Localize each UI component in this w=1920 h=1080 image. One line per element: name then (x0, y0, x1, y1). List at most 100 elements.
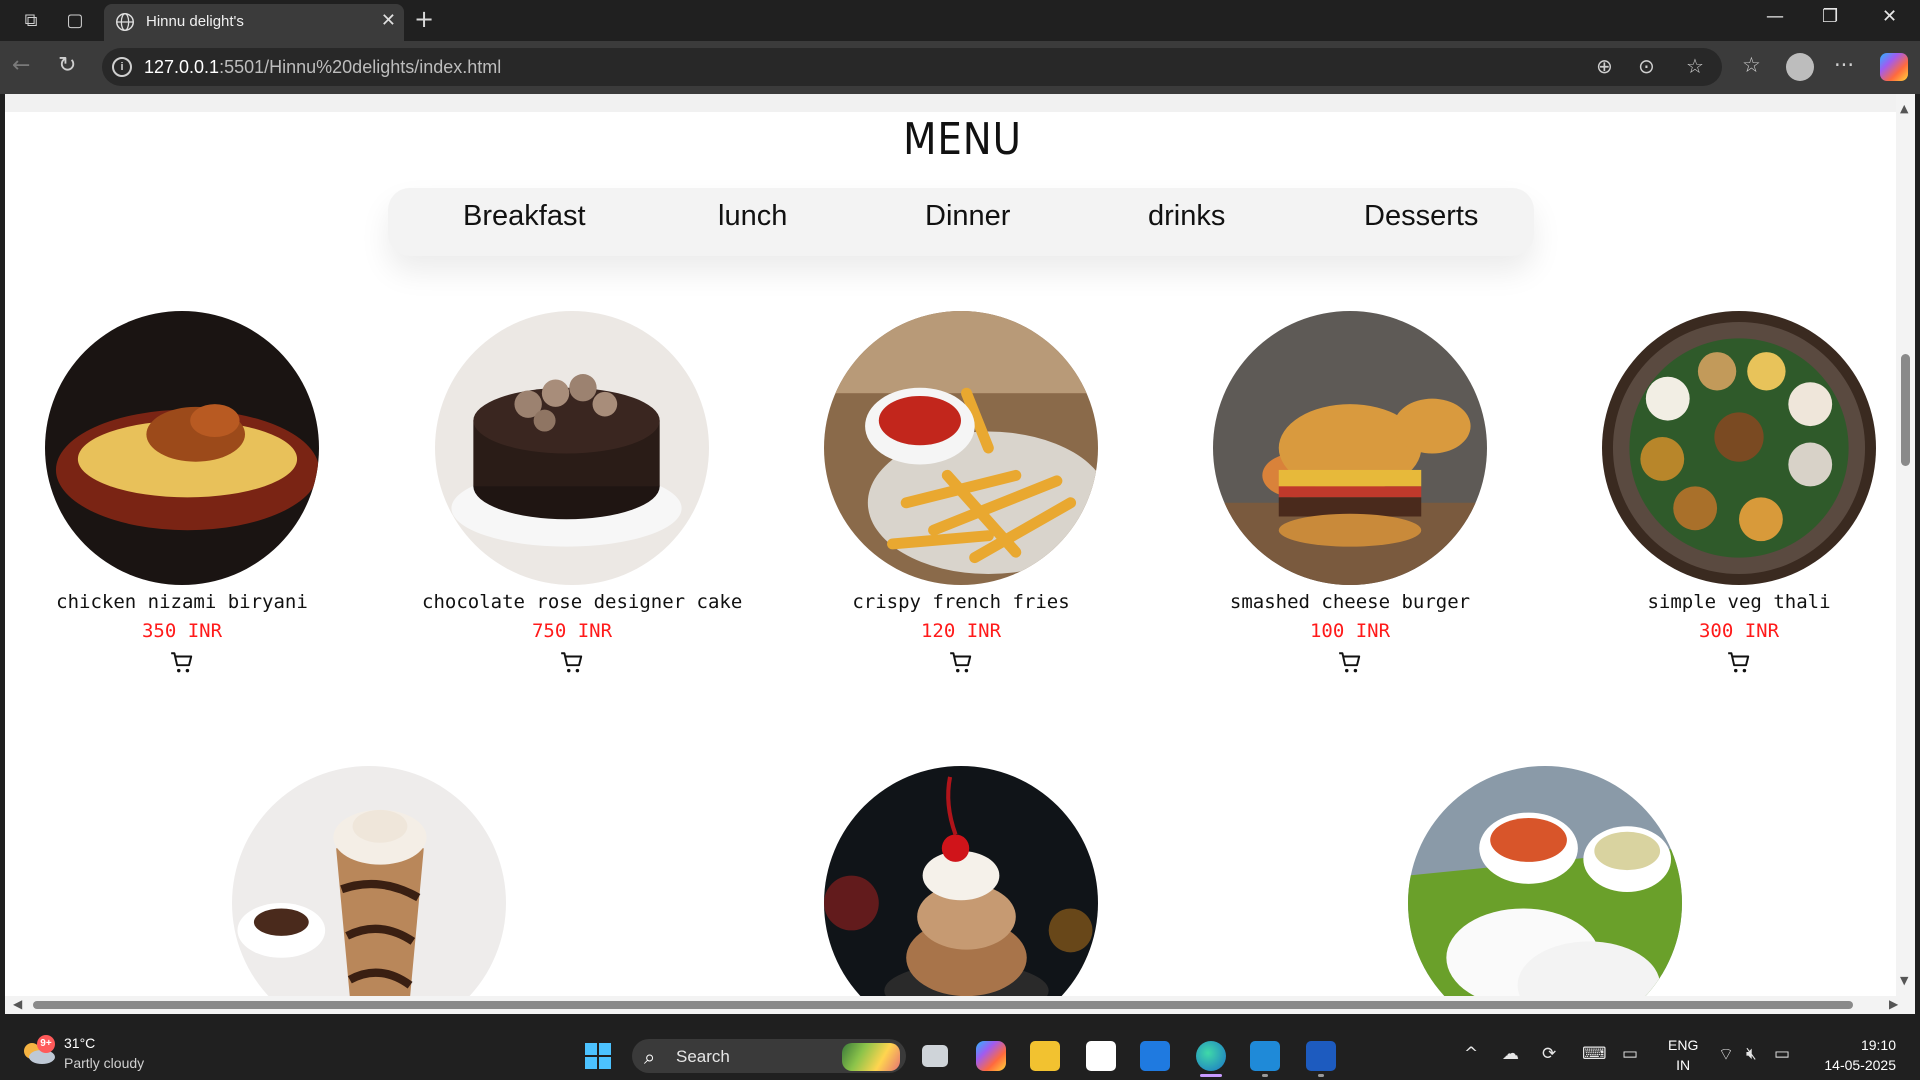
read-aloud-icon[interactable]: ⊙ (1638, 54, 1655, 78)
thali-photo (1602, 311, 1876, 585)
menu-heading-text: MENU (903, 114, 1022, 165)
milkshake-photo (232, 766, 506, 996)
clock-date: 14-05-2025 (1824, 1057, 1896, 1073)
browser-toolbar: ← ↻ i 127.0.0.1:5501/Hinnu%20delights/in… (0, 41, 1920, 94)
weather-condition: Partly cloudy (64, 1055, 145, 1071)
vscode-running-indicator (1262, 1074, 1268, 1077)
microsoft-store-icon[interactable] (1086, 1041, 1116, 1071)
sync-icon[interactable]: ⟳ (1542, 1044, 1556, 1064)
weather-badge: 9+ (37, 1035, 55, 1053)
task-view-icon[interactable] (922, 1045, 948, 1067)
taskbar-search[interactable]: ⌕ Search (632, 1039, 906, 1073)
profile-avatar[interactable] (1786, 53, 1814, 81)
globe-icon (116, 13, 134, 31)
menu-item: chicken nizami biryani 350 INR (32, 311, 332, 681)
category-dinner[interactable]: Dinner (925, 200, 1010, 233)
category-drinks[interactable]: drinks (1148, 200, 1225, 233)
copilot-app-icon[interactable] (976, 1041, 1006, 1071)
cake-photo (435, 311, 709, 585)
speaker-muted-icon[interactable]: 🔇︎ (1746, 1044, 1757, 1064)
url-text[interactable]: 127.0.0.1:5501/Hinnu%20delights/index.ht… (144, 57, 501, 78)
windows-taskbar: 9+ 31°C Partly cloudy ⌕ Search ^ ☁ ⟳ ⌨ ▭… (0, 1030, 1920, 1080)
category-desserts[interactable]: Desserts (1364, 200, 1478, 233)
horizontal-scroll-thumb[interactable] (33, 1001, 1853, 1009)
menu-item (1395, 766, 1695, 996)
tablet-icon[interactable]: ▭ (1622, 1044, 1638, 1064)
show-hidden-icons-icon[interactable]: ^ (1464, 1044, 1478, 1064)
vertical-tabs-icon[interactable]: ▢ (62, 8, 88, 34)
close-tab-icon[interactable]: ✕ (381, 10, 396, 31)
favorites-icon[interactable]: ☆ (1742, 53, 1761, 77)
idli-photo (1408, 766, 1682, 996)
edge-active-indicator (1200, 1074, 1222, 1077)
item-name: smashed cheese burger (1229, 591, 1471, 613)
item-price: 750 INR (531, 620, 613, 642)
item-price: 350 INR (141, 620, 223, 642)
favorite-star-icon[interactable]: ☆ (1686, 54, 1704, 78)
workspaces-icon[interactable]: ⧉ (18, 8, 44, 34)
copilot-icon[interactable] (1880, 53, 1908, 81)
horizontal-scrollbar[interactable]: ◀ ▶ (5, 996, 1915, 1014)
scroll-right-icon[interactable]: ▶ (1889, 997, 1898, 1011)
category-breakfast[interactable]: Breakfast (463, 200, 586, 233)
back-icon[interactable]: ← (12, 53, 30, 78)
onedrive-icon[interactable]: ☁ (1502, 1044, 1519, 1064)
header-edge (5, 94, 1896, 112)
search-icon: ⌕ (644, 1045, 656, 1069)
cart-icon[interactable] (1337, 650, 1363, 676)
item-name: chicken nizami biryani (56, 591, 308, 613)
vscode-icon[interactable] (1250, 1041, 1280, 1071)
cart-icon[interactable] (1726, 650, 1752, 676)
menu-item: chocolate rose designer cake 750 INR (422, 311, 743, 681)
item-price: 120 INR (920, 620, 1002, 642)
page-viewport: MENU Breakfast lunch Dinner drinks Desse… (5, 94, 1896, 996)
menu-item: smashed cheese burger 100 INR (1200, 311, 1500, 681)
url-path: :5501/Hinnu%20delights/index.html (219, 57, 502, 77)
edge-browser-icon[interactable] (1196, 1041, 1226, 1071)
info-icon[interactable]: i (112, 57, 132, 77)
burger-photo (1213, 311, 1487, 585)
clock-time: 19:10 (1860, 1037, 1896, 1053)
cart-icon[interactable] (559, 650, 585, 676)
category-lunch[interactable]: lunch (718, 200, 787, 233)
close-window-icon[interactable]: ✕ (1882, 6, 1897, 27)
more-options-icon[interactable]: ··· (1834, 53, 1854, 77)
item-name: simple veg thali (1647, 591, 1831, 613)
search-label: Search (676, 1047, 730, 1066)
scroll-down-icon[interactable]: ▼ (1900, 974, 1908, 987)
clock[interactable]: 19:10 14-05-2025 (1812, 1035, 1896, 1075)
tab-title: Hinnu delight's (146, 13, 244, 30)
menu-item: crispy french fries 120 INR (811, 311, 1111, 681)
battery-icon[interactable]: ▭ (1774, 1044, 1790, 1064)
scroll-left-icon[interactable]: ◀ (13, 997, 22, 1011)
search-highlight-image (842, 1043, 900, 1071)
myhp-icon[interactable] (1140, 1041, 1170, 1071)
language-indicator[interactable]: ENG IN (1668, 1035, 1698, 1075)
vertical-scroll-thumb[interactable] (1901, 354, 1910, 466)
item-name: crispy french fries (852, 591, 1070, 613)
windows-start-icon[interactable] (584, 1042, 612, 1070)
item-name: chocolate rose designer cake (422, 591, 743, 613)
cart-icon[interactable] (948, 650, 974, 676)
scroll-up-icon[interactable]: ▲ (1900, 102, 1908, 115)
item-price: 300 INR (1698, 620, 1780, 642)
weather-temp: 31°C (64, 1035, 96, 1051)
restore-icon[interactable]: ❐ (1822, 6, 1838, 27)
zoom-icon[interactable]: ⊕ (1596, 54, 1613, 78)
vertical-scrollbar[interactable]: ▲ ▼ (1896, 94, 1915, 996)
browser-tab[interactable]: Hinnu delight's ✕ (104, 4, 404, 41)
word-icon[interactable] (1306, 1041, 1336, 1071)
address-bar[interactable]: i 127.0.0.1:5501/Hinnu%20delights/index.… (102, 48, 1722, 86)
minimize-icon[interactable]: — (1766, 6, 1784, 27)
browser-titlebar: ⧉ ▢ Hinnu delight's ✕ + — ❐ ✕ (0, 0, 1920, 41)
cart-icon[interactable] (169, 650, 195, 676)
keyboard-icon[interactable]: ⌨ (1582, 1044, 1607, 1064)
refresh-icon[interactable]: ↻ (58, 53, 76, 78)
menu-item (219, 766, 519, 996)
wifi-icon[interactable]: ⌔ (1718, 1044, 1734, 1065)
new-tab-icon[interactable]: + (414, 5, 434, 33)
region-code: IN (1676, 1057, 1691, 1073)
file-explorer-icon[interactable] (1030, 1041, 1060, 1071)
word-running-indicator (1318, 1074, 1324, 1077)
sundae-photo (824, 766, 1098, 996)
